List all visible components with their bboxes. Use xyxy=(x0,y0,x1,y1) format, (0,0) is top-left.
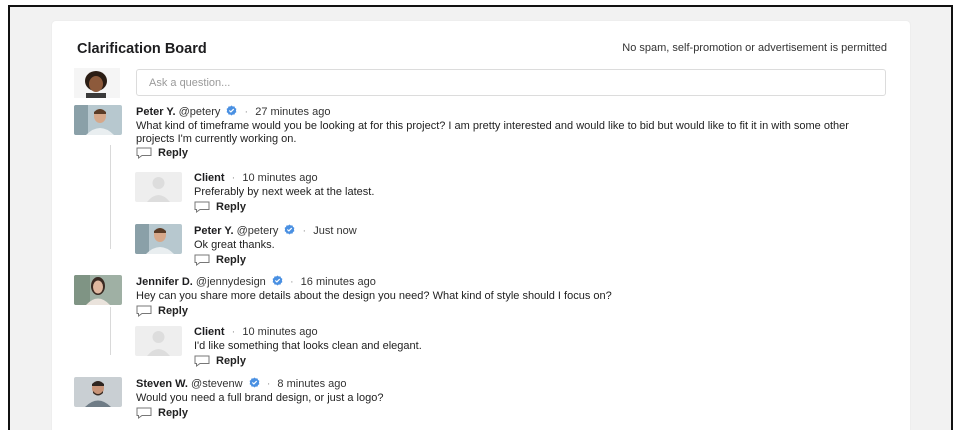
speech-bubble-icon xyxy=(136,147,152,159)
clarification-board: Clarification Board No spam, self-promot… xyxy=(52,21,910,430)
avatar xyxy=(74,275,122,305)
author-handle: @petery xyxy=(178,106,221,118)
reply-button[interactable]: Reply xyxy=(136,147,886,159)
reply-button[interactable]: Reply xyxy=(194,355,794,367)
speech-bubble-icon xyxy=(194,254,210,266)
comment-text: What kind of timeframe would you be look… xyxy=(136,120,849,145)
comment-text: I'd like something that looks clean and … xyxy=(194,340,422,352)
avatar xyxy=(74,105,122,135)
meta-separator: · xyxy=(244,106,249,118)
comment-time: 16 minutes ago xyxy=(300,276,376,288)
reply-label: Reply xyxy=(216,253,246,266)
comment-time: 8 minutes ago xyxy=(277,378,347,390)
comment-meta: Jennifer D. @jennydesign · 16 minutes ag… xyxy=(136,275,886,289)
speech-bubble-icon xyxy=(136,407,152,419)
reply-label: Reply xyxy=(158,147,188,159)
thread-line xyxy=(110,145,111,249)
avatar xyxy=(74,377,122,407)
verified-badge-icon xyxy=(226,105,237,116)
comment-text: Hey can you share more details about the… xyxy=(136,290,612,302)
comment-time: 10 minutes ago xyxy=(242,172,318,184)
author-name: Peter Y. xyxy=(136,106,176,118)
verified-badge-icon xyxy=(272,275,283,286)
reply-label: Reply xyxy=(216,354,246,367)
meta-separator: · xyxy=(231,172,236,184)
board-notice: No spam, self-promotion or advertisement… xyxy=(622,42,887,54)
speech-bubble-icon xyxy=(194,355,210,367)
verified-badge-icon xyxy=(249,377,260,388)
comment-time: 10 minutes ago xyxy=(242,326,318,338)
comment-text: Ok great thanks. xyxy=(194,239,275,251)
avatar xyxy=(135,224,182,254)
reply-label: Reply xyxy=(158,304,188,317)
author-handle: @stevenw xyxy=(191,378,243,390)
reply-button[interactable]: Reply xyxy=(194,201,794,213)
author-name: Steven W. xyxy=(136,378,188,390)
comment-meta: Peter Y. @petery · 27 minutes ago xyxy=(136,105,886,119)
reply-button[interactable]: Reply xyxy=(136,305,886,317)
comment-meta: Peter Y. @petery · Just now xyxy=(194,224,794,238)
comment-text: Would you need a full brand design, or j… xyxy=(136,392,384,404)
reply-button[interactable]: Reply xyxy=(136,407,886,419)
comment-time: Just now xyxy=(313,225,357,237)
comment-meta: Client · 10 minutes ago xyxy=(194,172,794,185)
avatar-placeholder xyxy=(135,172,182,202)
speech-bubble-icon xyxy=(194,201,210,213)
reply-label: Reply xyxy=(158,406,188,419)
current-user-avatar xyxy=(74,68,120,98)
author-name: Jennifer D. xyxy=(136,276,193,288)
comment-meta: Client · 10 minutes ago xyxy=(194,326,794,339)
board-title: Clarification Board xyxy=(77,41,207,57)
meta-separator: · xyxy=(231,326,236,338)
thread-line xyxy=(110,307,111,355)
meta-separator: · xyxy=(302,225,307,237)
meta-separator: · xyxy=(289,276,294,288)
page-background: Clarification Board No spam, self-promot… xyxy=(10,7,951,430)
window-frame: Clarification Board No spam, self-promot… xyxy=(8,5,953,430)
verified-badge-icon xyxy=(284,224,295,235)
author-name: Client xyxy=(194,172,225,184)
reply-label: Reply xyxy=(216,200,246,213)
comment-time: 27 minutes ago xyxy=(255,106,331,118)
ask-question-input[interactable] xyxy=(136,69,886,96)
comment-text: Preferably by next week at the latest. xyxy=(194,186,375,198)
meta-separator: · xyxy=(266,378,271,390)
reply-button[interactable]: Reply xyxy=(194,254,794,266)
avatar-placeholder xyxy=(135,326,182,356)
comment-meta: Steven W. @stevenw · 8 minutes ago xyxy=(136,377,886,391)
author-handle: @petery xyxy=(236,225,279,237)
author-name: Client xyxy=(194,326,225,338)
author-name: Peter Y. xyxy=(194,225,234,237)
author-handle: @jennydesign xyxy=(195,276,266,288)
speech-bubble-icon xyxy=(136,305,152,317)
